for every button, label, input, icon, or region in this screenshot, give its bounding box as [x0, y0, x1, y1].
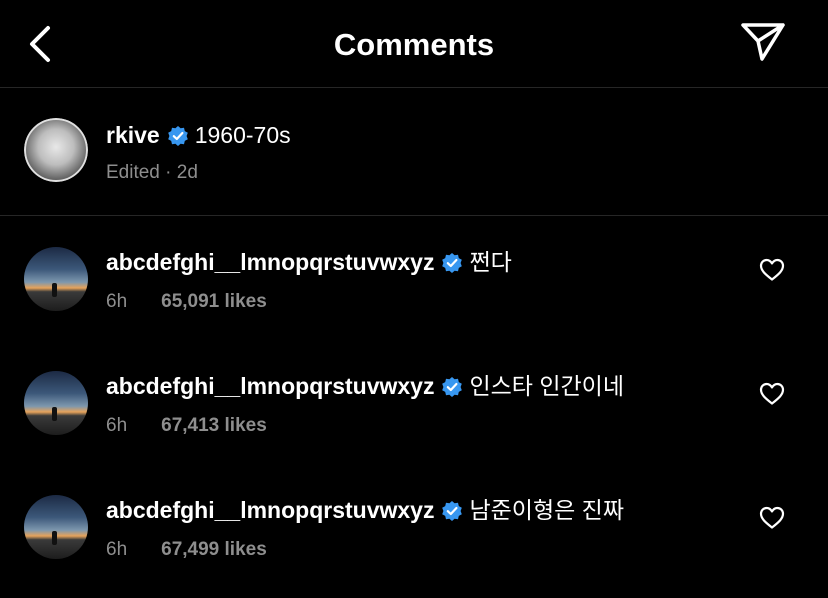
like-button[interactable]: [756, 257, 788, 287]
verified-badge-icon: [167, 124, 189, 146]
comment-text: 쩐다: [469, 249, 512, 275]
verified-badge-icon: [441, 499, 463, 521]
like-button[interactable]: [756, 381, 788, 411]
share-button[interactable]: [738, 20, 788, 66]
comment-time: 6h: [106, 539, 128, 560]
heart-icon: [759, 382, 785, 411]
comment-text: 남준이형은 진짜: [469, 497, 624, 523]
comment-meta: 6h 67,499 likes: [106, 539, 267, 561]
comment-username[interactable]: abcdefghi__lmnopqrstuvwxyz: [106, 495, 434, 525]
caption-username[interactable]: rkive: [106, 120, 160, 150]
caption-text: 1960-70s: [194, 122, 291, 148]
post-caption: rkive 1960-70s Edited · 2d: [0, 88, 828, 216]
comment-meta: 6h 67,413 likes: [106, 415, 267, 437]
paper-plane-icon: [740, 21, 786, 66]
header: Comments: [0, 0, 828, 88]
comment-item: abcdefghi__lmnopqrstuvwxyz 남준이형은 진짜 6h 6…: [0, 465, 828, 589]
comment-text: 인스타 인간이네: [469, 373, 624, 399]
comment-line: abcdefghi__lmnopqrstuvwxyz 남준이형은 진짜: [106, 495, 624, 525]
comment-item: abcdefghi__lmnopqrstuvwxyz 인스타 인간이네 6h 6…: [0, 341, 828, 465]
comment-username[interactable]: abcdefghi__lmnopqrstuvwxyz: [106, 371, 434, 401]
verified-badge-icon: [441, 375, 463, 397]
comment-time: 6h: [106, 291, 128, 312]
comment-likes[interactable]: 67,413 likes: [161, 415, 267, 437]
avatar[interactable]: [24, 371, 88, 435]
comment-line: abcdefghi__lmnopqrstuvwxyz 쩐다: [106, 247, 512, 277]
caption-line: rkive 1960-70s: [106, 120, 291, 150]
comments-screen: Comments rkive 1960-70s Edited · 2d abcd…: [0, 0, 828, 598]
verified-badge-icon: [441, 251, 463, 273]
caption-meta: Edited · 2d: [106, 162, 198, 183]
comment-time: 6h: [106, 415, 128, 436]
comment-line: abcdefghi__lmnopqrstuvwxyz 인스타 인간이네: [106, 371, 624, 401]
like-button[interactable]: [756, 505, 788, 535]
comment-likes[interactable]: 67,499 likes: [161, 539, 267, 561]
avatar[interactable]: [24, 247, 88, 311]
comment-meta: 6h 65,091 likes: [106, 291, 267, 313]
comment-username[interactable]: abcdefghi__lmnopqrstuvwxyz: [106, 247, 434, 277]
avatar[interactable]: [24, 495, 88, 559]
comment-item: abcdefghi__lmnopqrstuvwxyz 쩐다 6h 65,091 …: [0, 217, 828, 341]
heart-icon: [759, 506, 785, 535]
avatar[interactable]: [24, 118, 88, 182]
page-title: Comments: [333, 27, 495, 62]
heart-icon: [759, 258, 785, 287]
comment-likes[interactable]: 65,091 likes: [161, 291, 267, 313]
